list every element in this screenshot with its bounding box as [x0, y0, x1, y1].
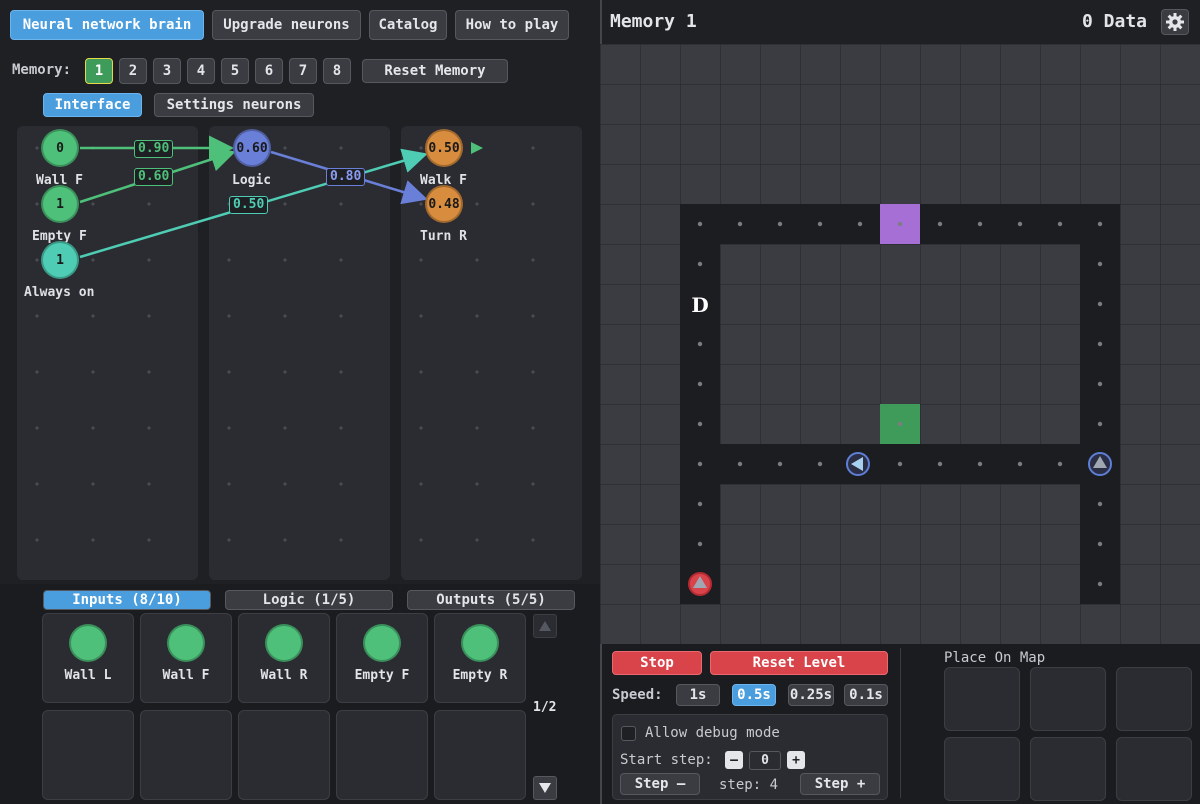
- neuron-wall-f[interactable]: 0: [41, 129, 79, 167]
- connections: [79, 135, 483, 259]
- data-counter: 0 Data: [1082, 11, 1148, 32]
- speed-0-5s[interactable]: 0.5s: [732, 684, 776, 706]
- card-label: Wall F: [162, 668, 210, 683]
- neuron-label: Logic: [232, 173, 272, 188]
- neuron-icon: [363, 624, 401, 662]
- empty-card: [434, 710, 526, 800]
- speed-label: Speed:: [612, 687, 663, 703]
- player-agent: [846, 452, 870, 476]
- start-step-label: Start step:: [620, 752, 713, 768]
- speed-0-1s[interactable]: 0.1s: [844, 684, 888, 706]
- weight-label[interactable]: 0.50: [229, 196, 269, 214]
- input-card-wall-l[interactable]: Wall L: [42, 613, 134, 703]
- place-slot[interactable]: [944, 667, 1020, 731]
- neuron-empty-f[interactable]: 1: [41, 185, 79, 223]
- neuron-logic[interactable]: 0.60: [233, 129, 271, 167]
- neuron-turn-r[interactable]: 0.48: [425, 185, 463, 223]
- place-on-map-title: Place On Map: [944, 650, 1046, 666]
- input-card-wall-r[interactable]: Wall R: [238, 613, 330, 703]
- game-map[interactable]: D: [600, 44, 1200, 644]
- speed-0-25s[interactable]: 0.25s: [788, 684, 834, 706]
- page-indicator: 1/2: [533, 700, 557, 715]
- tab-outputs[interactable]: Outputs (5/5): [407, 590, 575, 610]
- place-slot[interactable]: [944, 737, 1020, 801]
- weight-label[interactable]: 0.80: [326, 168, 366, 186]
- triangle-down-icon: [539, 783, 551, 793]
- step-forward-button[interactable]: Step +: [800, 773, 880, 795]
- gear-icon: [1166, 13, 1184, 31]
- place-slot[interactable]: [1030, 667, 1106, 731]
- empty-card: [238, 710, 330, 800]
- input-card-wall-f[interactable]: Wall F: [140, 613, 232, 703]
- tab-inputs[interactable]: Inputs (8/10): [43, 590, 211, 610]
- input-card-empty-f[interactable]: Empty F: [336, 613, 428, 703]
- place-slot[interactable]: [1116, 737, 1192, 801]
- stop-button[interactable]: Stop: [612, 651, 702, 675]
- control-divider: [900, 648, 901, 798]
- input-card-empty-r[interactable]: Empty R: [434, 613, 526, 703]
- start-marker: D: [691, 293, 708, 317]
- neuron-icon: [265, 624, 303, 662]
- step-back-button[interactable]: Step –: [620, 773, 700, 795]
- card-label: Wall L: [64, 668, 112, 683]
- weight-label[interactable]: 0.60: [134, 168, 174, 186]
- triangle-up-icon: [539, 621, 551, 631]
- neuron-label: Always on: [24, 285, 95, 300]
- start-step-input[interactable]: 0: [749, 751, 781, 770]
- card-label: Empty R: [452, 668, 508, 683]
- debug-checkbox[interactable]: [621, 726, 636, 741]
- neuron-always-on[interactable]: 1: [41, 241, 79, 279]
- red-enemy: [688, 572, 712, 596]
- neuron-icon: [167, 624, 205, 662]
- blue-enemy: [1088, 452, 1112, 476]
- weight-label[interactable]: 0.90: [134, 140, 174, 158]
- tab-logic[interactable]: Logic (1/5): [225, 590, 393, 610]
- step-counter: step: 4: [719, 777, 779, 793]
- settings-button[interactable]: [1161, 9, 1189, 35]
- neuron-label: Turn R: [420, 229, 467, 244]
- page-up-button[interactable]: [533, 614, 557, 638]
- neuron-icon: [461, 624, 499, 662]
- speed-1s[interactable]: 1s: [676, 684, 720, 706]
- empty-card: [336, 710, 428, 800]
- start-step-increment[interactable]: +: [787, 751, 805, 769]
- reset-level-button[interactable]: Reset Level: [710, 651, 888, 675]
- empty-card: [140, 710, 232, 800]
- place-slot[interactable]: [1116, 667, 1192, 731]
- neuron-icon: [69, 624, 107, 662]
- neuron-walk-f[interactable]: 0.50: [425, 129, 463, 167]
- card-label: Wall R: [260, 668, 308, 683]
- debug-label: Allow debug mode: [645, 725, 780, 741]
- page-down-button[interactable]: [533, 776, 557, 800]
- level-title: Memory 1: [610, 11, 697, 32]
- place-slot[interactable]: [1030, 737, 1106, 801]
- empty-card: [42, 710, 134, 800]
- card-label: Empty F: [354, 668, 410, 683]
- start-step-decrement[interactable]: –: [725, 751, 743, 769]
